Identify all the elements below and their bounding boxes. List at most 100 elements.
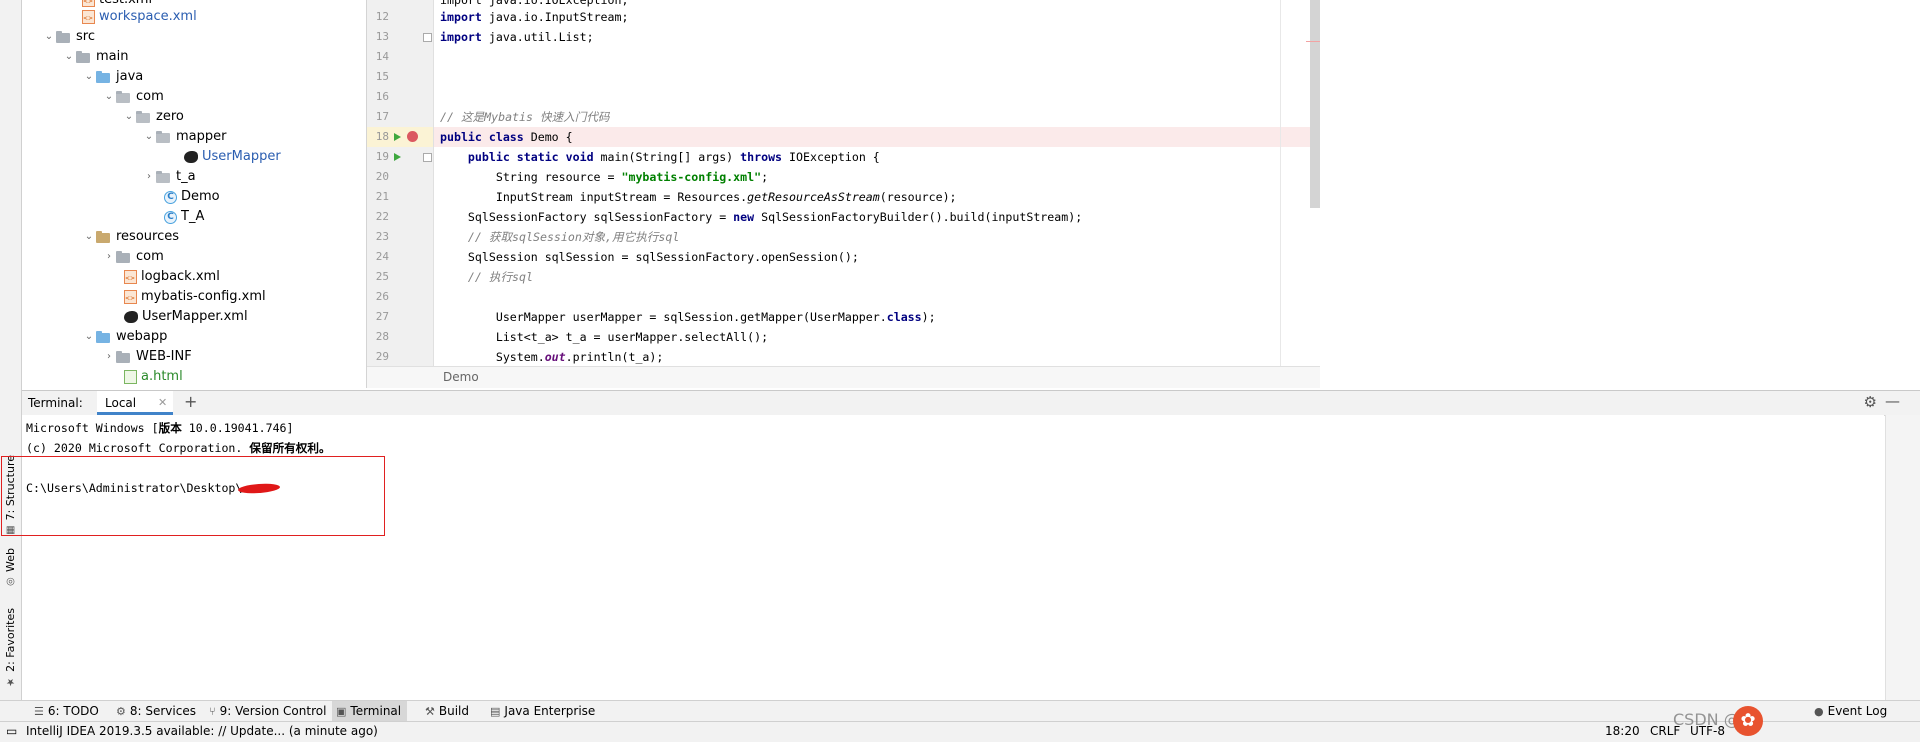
line-number: 20 [375, 170, 389, 183]
web-tab[interactable]: ◎ Web [2, 548, 19, 587]
tree-item-main[interactable]: ⌄ main [62, 47, 129, 67]
tree-item-label: Demo [181, 189, 220, 204]
code-line-21: InputStream inputStream = Resources.getR… [440, 190, 957, 204]
terminal-line: (c) 2020 Microsoft Corporation. 保留所有权利。 [26, 441, 331, 455]
tree-item-label: logback.xml [141, 269, 220, 284]
code-editor[interactable]: 12 13 14 15 16 17 18 19 20 21 22 23 24 2… [366, 0, 1320, 388]
line-number: 14 [375, 50, 389, 63]
tree-item-mybatis-config-xml[interactable]: mybatis-config.xml [124, 287, 266, 307]
class-icon: C [164, 210, 177, 224]
line-number: 26 [375, 290, 389, 303]
chevron-right-icon[interactable]: › [142, 167, 156, 187]
tree-item-mapper[interactable]: ⌄ mapper [142, 127, 227, 147]
tree-item-label: UserMapper [202, 149, 281, 164]
tab-label: Java Enterprise [504, 704, 596, 718]
mybatis-bird-icon [184, 151, 198, 163]
tree-item-label: workspace.xml [99, 9, 197, 24]
java-enterprise-icon: ▤ [490, 705, 501, 718]
chevron-right-icon[interactable]: › [102, 347, 116, 367]
terminal-line: Microsoft Windows [版本 10.0.19041.746] [26, 421, 294, 435]
run-icon[interactable] [394, 133, 401, 141]
tree-item-resources-com[interactable]: › com [102, 247, 164, 267]
chevron-down-icon[interactable]: ⌄ [122, 107, 136, 127]
breadcrumb: Demo [367, 366, 1320, 388]
chevron-down-icon[interactable]: ⌄ [42, 27, 56, 47]
resources-folder-icon [96, 231, 112, 243]
project-tree[interactable]: test.xml workspace.xml ⌄src ⌄main ⌄java … [22, 0, 365, 388]
event-log-icon: ● [1814, 705, 1824, 718]
xml-file-icon [124, 290, 137, 304]
tab-services[interactable]: ⚙ 8: Services [112, 701, 202, 722]
code-area[interactable]: import java.io.IOException; import java.… [440, 0, 1310, 368]
editor-scrollbar[interactable] [1310, 0, 1320, 208]
line-number: 17 [375, 110, 389, 123]
tree-item-t-a-package[interactable]: › t_a [142, 167, 196, 187]
status-message[interactable]: IntelliJ IDEA 2019.3.5 available: // Upd… [26, 724, 378, 738]
tab-terminal[interactable]: ▣ Terminal [332, 701, 408, 722]
chevron-down-icon[interactable]: ⌄ [102, 87, 116, 107]
breakpoint-icon[interactable] [407, 131, 418, 142]
tree-item-zero[interactable]: ⌄ zero [122, 107, 184, 127]
status-message-icon[interactable]: ▭ [6, 724, 17, 738]
tree-item-webapp[interactable]: ⌄ webapp [82, 327, 168, 347]
chevron-down-icon[interactable]: ⌄ [82, 67, 96, 87]
add-icon[interactable]: + [184, 392, 197, 411]
event-log-button[interactable]: ● Event Log [1810, 701, 1893, 722]
tree-item-workspace-xml[interactable]: workspace.xml [82, 7, 197, 27]
bottom-tool-tabs: ☰ 6: TODO ⚙ 8: Services ⑂ 9: Version Contro… [0, 700, 1920, 722]
code-line-18: public class Demo { [440, 130, 573, 144]
tree-item-usermapper[interactable]: UserMapper [184, 147, 281, 167]
line-number: 21 [375, 190, 389, 203]
favorites-tab[interactable]: ★ 2: Favorites [2, 608, 19, 687]
tree-item-label: mapper [176, 129, 227, 144]
tree-item-usermapper-xml[interactable]: UserMapper.xml [124, 307, 248, 327]
tree-item-logback-xml[interactable]: logback.xml [124, 267, 220, 287]
tree-item-src[interactable]: ⌄ src [42, 27, 95, 47]
chevron-right-icon[interactable]: › [102, 247, 116, 267]
tree-item-label: T_A [181, 209, 205, 224]
tree-item-com[interactable]: ⌄ com [102, 87, 164, 107]
line-number: 28 [375, 330, 389, 343]
tree-item-resources[interactable]: ⌄ resources [82, 227, 179, 247]
tree-item-java[interactable]: ⌄ java [82, 67, 143, 87]
gear-icon[interactable]: ⚙ [1864, 393, 1877, 411]
tree-item-label: com [136, 89, 164, 104]
code-line-29: System.out.println(t_a); [440, 350, 664, 364]
terminal-tab-local[interactable]: Local ✕ [97, 391, 173, 415]
package-icon [156, 131, 172, 143]
tree-item-label: t_a [176, 169, 196, 184]
line-number: 27 [375, 310, 389, 323]
fold-icon[interactable] [423, 33, 432, 42]
watermark-text: CSDN @ [1673, 710, 1740, 729]
terminal-tab-label: Local [105, 396, 137, 410]
line-number: 29 [375, 350, 389, 363]
tree-item-t-a-class[interactable]: C T_A [164, 207, 204, 227]
close-icon[interactable]: ✕ [158, 396, 167, 409]
terminal-icon: ▣ [336, 705, 347, 718]
fold-icon[interactable] [423, 153, 432, 162]
tab-java-enterprise[interactable]: ▤ Java Enterprise [486, 701, 601, 722]
csdn-logo-icon: ✿ [1733, 706, 1763, 736]
code-line-13: import java.util.List; [440, 30, 594, 44]
caret-position[interactable]: 18:20 [1605, 724, 1640, 738]
services-icon: ⚙ [116, 705, 126, 718]
chevron-down-icon[interactable]: ⌄ [142, 127, 156, 147]
run-icon[interactable] [394, 153, 401, 161]
xml-file-icon [82, 0, 95, 7]
status-bar: ▭ IntelliJ IDEA 2019.3.5 available: // U… [0, 721, 1920, 742]
error-stripe-mark[interactable] [1306, 41, 1320, 42]
tab-label: 6: TODO [47, 704, 99, 718]
chevron-down-icon[interactable]: ⌄ [62, 47, 76, 67]
tree-item-demo[interactable]: C Demo [164, 187, 220, 207]
line-number: 18 [375, 130, 389, 143]
tab-todo[interactable]: ☰ 6: TODO [30, 701, 105, 722]
breadcrumb-item[interactable]: Demo [443, 370, 479, 384]
tab-build[interactable]: ⚒ Build [421, 701, 475, 722]
tree-item-web-inf[interactable]: › WEB-INF [102, 347, 192, 367]
hide-icon[interactable]: — [1885, 392, 1900, 410]
chevron-down-icon[interactable]: ⌄ [82, 227, 96, 247]
chevron-down-icon[interactable]: ⌄ [82, 327, 96, 347]
annotation-box [1, 456, 385, 536]
tree-item-a-html[interactable]: a.html [124, 367, 183, 387]
tab-version-control[interactable]: ⑂ 9: Version Control [205, 701, 332, 722]
